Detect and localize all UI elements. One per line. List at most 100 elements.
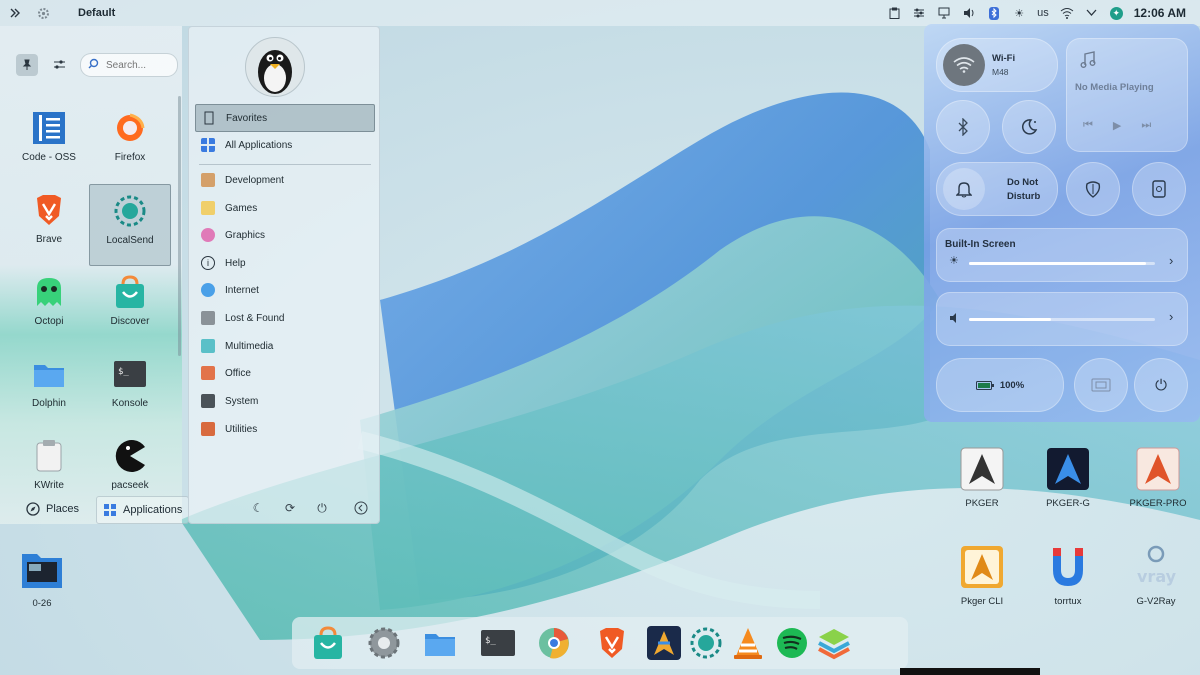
category-help[interactable]: i Help <box>195 250 373 276</box>
battery-level: 100% <box>999 379 1025 391</box>
shutdown-icon[interactable]: ⏻ <box>313 499 331 517</box>
category-system[interactable]: System <box>195 388 373 414</box>
avatar[interactable] <box>245 37 305 97</box>
category-internet[interactable]: Internet <box>195 277 373 303</box>
display-icon[interactable] <box>937 6 951 20</box>
settings-icon[interactable] <box>366 625 402 661</box>
category-all-applications[interactable]: All Applications <box>195 132 373 158</box>
category-office[interactable]: Office <box>195 360 373 386</box>
activity-title[interactable]: Default <box>78 7 115 19</box>
desktop-icon-label: PKGER <box>965 498 999 509</box>
desktop-folder-0-26[interactable]: 0-26 <box>14 546 70 609</box>
night-light-toggle[interactable] <box>1002 100 1056 154</box>
category-graphics[interactable]: Graphics <box>195 222 373 248</box>
chromium-icon[interactable] <box>536 625 572 661</box>
equalizer-icon[interactable] <box>912 6 926 20</box>
brave-icon[interactable] <box>594 625 630 661</box>
desktop-pkger-pro[interactable]: PKGER-PRO <box>1122 446 1194 509</box>
chevron-right-icon[interactable]: › <box>1169 309 1173 324</box>
media-tile[interactable]: No Media Playing ⏮ ▶ ⏭ <box>1066 38 1188 152</box>
clock[interactable]: 12:06 AM <box>1134 6 1186 20</box>
brightness-slider[interactable] <box>969 262 1155 265</box>
v2ray-icon: vray <box>1137 545 1177 586</box>
wifi-icon[interactable] <box>1060 6 1074 20</box>
tab-places[interactable]: Places <box>20 496 85 522</box>
category-multimedia[interactable]: Multimedia <box>195 333 373 359</box>
desktop-pkger-g[interactable]: PKGER-G <box>1036 446 1100 509</box>
desktop-g-v2ray[interactable]: vray G-V2Ray <box>1124 544 1188 607</box>
app-menu-icon[interactable] <box>8 6 22 20</box>
desktop-pkger[interactable]: PKGER <box>952 446 1012 509</box>
back-icon[interactable] <box>352 499 370 517</box>
clipboard-icon[interactable] <box>887 6 901 20</box>
category-lost-found[interactable]: Lost & Found <box>195 305 373 331</box>
play-icon[interactable]: ▶ <box>1113 119 1121 132</box>
terminal-icon[interactable]: $_ <box>480 625 516 661</box>
wifi-label: Wi-Fi <box>992 53 1016 64</box>
previous-icon[interactable]: ⏮ <box>1083 119 1093 132</box>
search-input[interactable] <box>104 58 176 72</box>
app-firefox[interactable]: Firefox <box>90 106 170 186</box>
category-utilities[interactable]: Utilities <box>195 416 373 442</box>
pkger-pro-icon <box>1136 447 1180 491</box>
categories-panel: Favorites All Applications Development G… <box>188 26 380 524</box>
layers-icon[interactable] <box>816 625 852 661</box>
files-icon[interactable] <box>422 625 458 661</box>
wifi-tile[interactable]: Wi-Fi M48 <box>936 38 1058 92</box>
favorites-panel: Code - OSS Firefox Brave LocalSend Octop… <box>0 26 190 524</box>
discover-icon[interactable] <box>310 625 346 661</box>
battery-icon <box>975 380 994 390</box>
bluetooth-toggle[interactable] <box>936 100 990 154</box>
chevron-right-icon[interactable]: › <box>1169 253 1173 268</box>
app-label: Octopi <box>34 316 64 327</box>
screen-record-toggle[interactable] <box>1132 162 1186 216</box>
app-brave[interactable]: Brave <box>9 188 89 268</box>
tab-applications[interactable]: Applications <box>96 496 190 524</box>
next-icon[interactable]: ⏭ <box>1141 119 1151 132</box>
scrollbar[interactable] <box>178 96 181 356</box>
category-label: Lost & Found <box>225 312 285 324</box>
chevron-down-icon[interactable] <box>1085 6 1099 20</box>
internet-icon <box>201 283 215 297</box>
vlc-icon[interactable] <box>730 625 766 661</box>
pkger-icon[interactable] <box>646 625 682 661</box>
brightness-icon[interactable]: ☀ <box>1012 6 1026 20</box>
power-icon[interactable]: ⏻ <box>1134 358 1188 412</box>
app-code-oss[interactable]: Code - OSS <box>9 106 89 186</box>
firefox-icon <box>117 113 145 141</box>
do-not-disturb-tile[interactable]: Do Not Disturb <box>936 162 1058 216</box>
category-development[interactable]: Development <box>195 167 373 193</box>
screenshot-icon <box>1091 378 1111 392</box>
restart-icon[interactable]: ⟳ <box>281 499 299 517</box>
caffeine-toggle[interactable] <box>1066 162 1120 216</box>
app-discover[interactable]: Discover <box>90 270 170 350</box>
battery-tile[interactable]: 100% <box>936 358 1064 412</box>
screenshot-toggle[interactable] <box>1074 358 1128 412</box>
app-label: Brave <box>35 234 63 245</box>
volume-icon[interactable] <box>962 6 976 20</box>
app-octopi[interactable]: Octopi <box>9 270 89 350</box>
folder-icon <box>22 554 62 588</box>
app-localsend[interactable]: LocalSend <box>89 184 171 266</box>
pin-icon[interactable] <box>16 54 38 76</box>
app-dolphin[interactable]: Dolphin <box>9 352 89 432</box>
device-icon <box>1152 180 1166 198</box>
localsend-icon[interactable] <box>688 625 724 661</box>
keyboard-layout[interactable]: us <box>1037 6 1049 20</box>
spotify-icon[interactable] <box>774 625 810 661</box>
category-favorites[interactable]: Favorites <box>195 104 375 132</box>
category-games[interactable]: Games <box>195 195 373 221</box>
sleep-icon[interactable]: ☾ <box>249 499 267 517</box>
gear-icon[interactable] <box>36 6 50 20</box>
user-badge-icon[interactable]: ✦ <box>1109 6 1123 20</box>
volume-slider[interactable] <box>969 318 1155 321</box>
divider <box>199 164 371 165</box>
bluetooth-icon[interactable] <box>987 6 1001 20</box>
configure-icon[interactable] <box>48 54 70 76</box>
app-konsole[interactable]: $_ Konsole <box>90 352 170 432</box>
grid-icon <box>104 504 116 516</box>
desktop-torrtux[interactable]: torrtux <box>1036 544 1100 607</box>
desktop-pkger-cli[interactable]: Pkger CLI <box>950 544 1014 607</box>
search-box[interactable] <box>80 53 178 77</box>
bookmark-icon <box>204 111 214 125</box>
